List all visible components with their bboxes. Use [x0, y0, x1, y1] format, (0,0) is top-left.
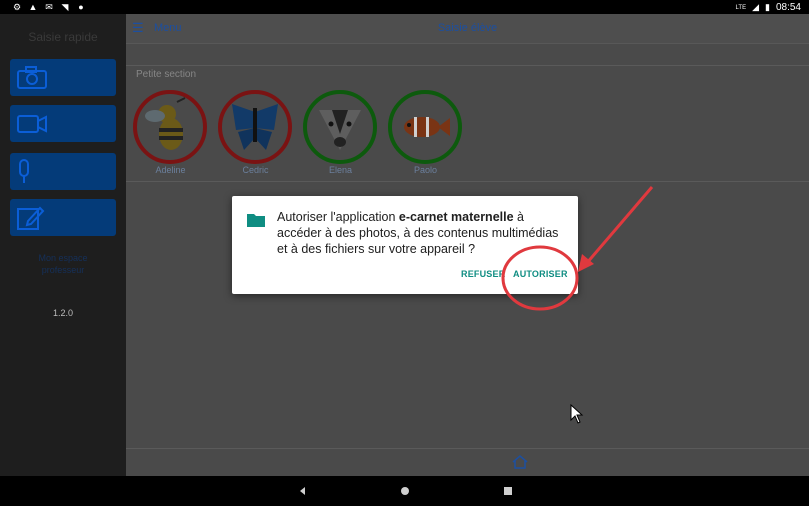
- video-button[interactable]: [10, 105, 116, 142]
- edit-icon: [17, 206, 45, 230]
- mouse-cursor-icon: [570, 404, 584, 424]
- section-divider: [126, 181, 809, 182]
- pro-link-line1: Mon espace: [38, 253, 88, 263]
- pro-link-line2: professeur: [41, 265, 85, 275]
- avatar: [303, 90, 377, 164]
- wasp-icon: [145, 97, 186, 150]
- student-card-adeline[interactable]: Adeline: [133, 90, 208, 175]
- status-right: LTE ◢ ▮ 08:54: [736, 2, 801, 13]
- top-bar: ☰ Menu Saisie élève: [126, 14, 809, 44]
- signal-label: LTE: [735, 4, 747, 11]
- avatar: [388, 90, 462, 164]
- note-button[interactable]: [10, 199, 116, 236]
- camera-icon: [17, 66, 47, 89]
- sub-bar: [126, 45, 809, 66]
- student-card-cedric[interactable]: Cedric: [218, 90, 293, 175]
- sidebar-title: Saisie rapide: [28, 30, 98, 44]
- status-left-icons: ⚙ ▲ ✉ ◥ ●: [12, 2, 86, 12]
- clownfish-icon: [404, 117, 450, 137]
- allow-button[interactable]: AUTORISER: [513, 269, 568, 279]
- back-icon: [300, 487, 305, 495]
- microphone-button[interactable]: [10, 153, 116, 190]
- recents-button[interactable]: [493, 476, 523, 506]
- dialog-text-before: Autoriser l'application: [277, 210, 399, 224]
- signal-icon: ◢: [752, 2, 760, 12]
- settings-icon: ⚙: [12, 2, 22, 12]
- recents-icon: [504, 487, 512, 495]
- page-title: Saisie élève: [437, 22, 498, 34]
- permission-dialog: Autoriser l'application e-carnet materne…: [232, 196, 578, 294]
- home-icon[interactable]: [512, 455, 528, 469]
- drive-icon: ▲: [28, 2, 38, 12]
- student-name: Cedric: [242, 165, 269, 175]
- home-circle-icon: [401, 487, 409, 495]
- pro-space-link[interactable]: Mon espace professeur: [0, 252, 126, 276]
- status-bar: ⚙ ▲ ✉ ◥ ● LTE ◢ ▮ 08:54: [0, 0, 809, 14]
- student-name: Elena: [328, 165, 353, 175]
- sidebar: Saisie rapide Mon espace professeur 1.2.…: [0, 14, 126, 476]
- back-button[interactable]: [288, 476, 318, 506]
- circle-icon: ●: [78, 2, 84, 12]
- microphone-icon: [19, 159, 29, 183]
- home-nav-button[interactable]: [390, 476, 420, 506]
- video-icon: [17, 115, 47, 133]
- folder-icon: [247, 214, 265, 227]
- student-card-paolo[interactable]: Paolo: [388, 90, 463, 175]
- avatar: [133, 90, 207, 164]
- bottom-bar: [126, 448, 809, 476]
- navigation-bar: [0, 476, 809, 506]
- deny-button[interactable]: REFUSER: [461, 269, 505, 279]
- dialog-message: Autoriser l'application e-carnet materne…: [277, 209, 567, 257]
- section-label: Petite section: [136, 69, 197, 80]
- battery-icon: ▮: [765, 2, 770, 12]
- dialog-app-name: e-carnet maternelle: [398, 210, 514, 224]
- student-name: Adeline: [155, 165, 186, 175]
- student-name: Paolo: [413, 165, 438, 175]
- camera-button[interactable]: [10, 59, 116, 96]
- version-label: 1.2.0: [52, 308, 74, 318]
- mail-icon: ✉: [45, 2, 53, 12]
- badger-icon: [319, 110, 361, 150]
- avatar: [218, 90, 292, 164]
- wifi-off-icon: ◥: [61, 2, 69, 12]
- butterfly-icon: [232, 104, 278, 150]
- student-card-elena[interactable]: Elena: [303, 90, 378, 175]
- clock: 08:54: [775, 2, 801, 13]
